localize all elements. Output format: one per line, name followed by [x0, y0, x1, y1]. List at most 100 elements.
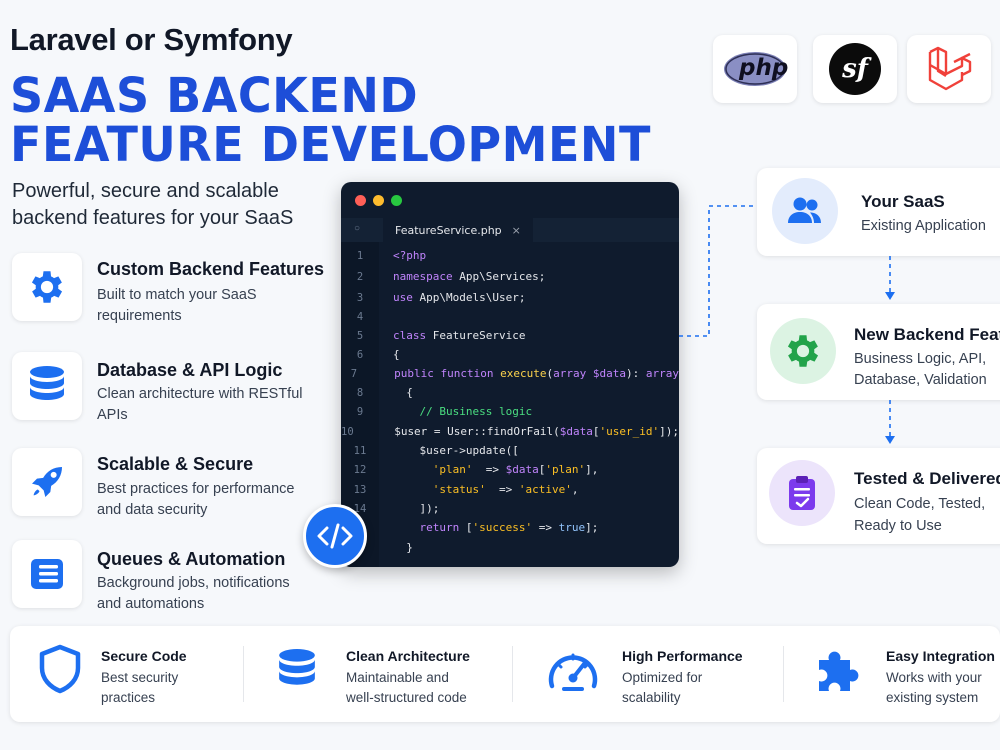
flow-icon-circle-3 — [769, 460, 835, 526]
feature-desc-4: Background jobs, notifications and autom… — [97, 575, 290, 612]
eyebrow-text: Laravel or Symfony — [10, 22, 293, 57]
benefit-title-3: High Performance — [622, 648, 743, 664]
page-title-line-2: FEATURE DEVELOPMENT — [10, 117, 651, 173]
feature-title-1: Custom Backend Features — [97, 259, 325, 279]
editor-tab[interactable]: FeatureService.php × — [383, 218, 533, 242]
feature-icon-card-2 — [12, 352, 82, 420]
circle-icon: ○ — [354, 223, 361, 234]
close-dot[interactable] — [355, 195, 366, 206]
flow-title-2: New Backend Feat — [854, 325, 1000, 344]
code-editor-window: ○ FeatureService.php × 1 <?php 2 namespace… — [341, 182, 679, 567]
divider — [512, 646, 513, 702]
flow-desc-2b: Database, Validation — [854, 372, 987, 388]
php-logo-card: php — [713, 35, 797, 103]
code-line: 1 <?php — [341, 246, 679, 265]
php-logo-text: php — [739, 55, 789, 81]
line-number: 5 — [356, 329, 364, 342]
code-line: 9 // Business logic — [341, 402, 679, 421]
benefit-title-4: Easy Integration — [886, 648, 995, 664]
line-number: 6 — [356, 348, 364, 361]
feature-desc-2: Clean architecture with RESTful APIs — [97, 386, 303, 423]
flow-desc-1: Existing Application — [861, 218, 986, 234]
code-line: 3 use App\Models\User; — [341, 288, 679, 307]
flow-title-3: Tested & Delivered — [854, 469, 1000, 488]
code-line: 6{ — [341, 345, 679, 364]
symfony-logo-card: sf — [813, 35, 897, 103]
flow-icon-circle-1 — [772, 178, 838, 244]
editor-tab-label: FeatureService.php — [395, 223, 502, 237]
line-number: 10 — [341, 425, 354, 438]
editor-tabbar: ○ FeatureService.php × — [341, 218, 679, 242]
page-title-line-1: SAAS BACKEND — [10, 68, 419, 124]
code-line: 14 ]); — [341, 499, 679, 518]
benefit-desc-2b: well-structured code — [346, 690, 467, 705]
code-brackets-icon — [317, 523, 353, 549]
code-line: 4 — [341, 307, 679, 326]
benefit-desc-4a: Works with your — [886, 670, 982, 685]
flow-arrow-2 — [885, 400, 895, 444]
flow-desc-2a: Business Logic, API, — [854, 351, 987, 367]
line-number: 3 — [356, 291, 364, 304]
flow-desc-3b: Ready to Use — [854, 518, 942, 534]
benefit-desc-1b: practices — [101, 690, 156, 705]
code-line: return ['success' => true]; — [419, 521, 599, 535]
tab-close-icon[interactable]: × — [512, 224, 521, 237]
puzzle-icon — [819, 651, 859, 691]
line-number: 4 — [356, 310, 364, 323]
line-number: 7 — [350, 367, 358, 380]
symfony-logo: sf — [829, 43, 881, 95]
flow-title-1: Your SaaS — [861, 192, 945, 211]
laravel-logo — [928, 46, 972, 91]
line-number: 2 — [356, 270, 364, 283]
flow-arrow-1 — [885, 256, 895, 300]
page-subtitle: Powerful, secure and scalable backend fe… — [12, 180, 294, 229]
flow-desc-3a: Clean Code, Tested, — [854, 496, 986, 512]
code-line: 12 'plan' => $data['plan'], — [341, 460, 679, 479]
code-badge — [303, 504, 367, 568]
benefit-desc-1a: Best security — [101, 670, 179, 685]
maximize-dot[interactable] — [391, 195, 402, 206]
line-number: 11 — [353, 444, 367, 457]
code-line: 11 $user->update([ — [341, 441, 679, 460]
feature-title-2: Database & API Logic — [97, 360, 283, 380]
clipboard-check-icon — [789, 476, 815, 510]
line-number: 9 — [356, 405, 364, 418]
line-number: 12 — [353, 463, 367, 476]
divider — [243, 646, 244, 702]
gear-icon — [31, 271, 63, 303]
feature-icon-card-1 — [12, 253, 82, 321]
feature-title-4: Queues & Automation — [97, 549, 286, 569]
symfony-logo-text: sf — [842, 54, 868, 84]
code-line: 7 public function execute(array $data): … — [341, 364, 679, 383]
feature-icon-card-4 — [12, 540, 82, 608]
minimize-dot[interactable] — [373, 195, 384, 206]
benefit-desc-2a: Maintainable and — [346, 670, 449, 685]
users-icon — [788, 197, 821, 223]
code-line: 8 { — [341, 383, 679, 402]
benefit-desc-4b: existing system — [886, 690, 979, 705]
divider — [783, 646, 784, 702]
database-icon — [30, 366, 64, 400]
benefit-title-1: Secure Code — [101, 648, 187, 664]
laravel-logo-card — [907, 35, 991, 103]
feature-title-3: Scalable & Secure — [97, 454, 254, 474]
shield-icon — [39, 644, 81, 694]
rocket-icon — [32, 467, 62, 497]
benefit-desc-3b: scalability — [622, 690, 681, 705]
feature-desc-3: Best practices for performance and data … — [97, 481, 295, 518]
flow-icon-circle-2 — [770, 318, 836, 384]
database-icon — [279, 649, 315, 685]
feature-desc-1: Built to match your SaaS requirements — [97, 287, 257, 324]
code-line: } — [393, 541, 413, 555]
line-number: 13 — [353, 483, 367, 496]
line-number: 1 — [356, 249, 364, 262]
code-line: 10 $user = User::findOrFail($data['user_… — [341, 425, 679, 439]
speedometer-icon — [548, 653, 598, 691]
benefit-title-2: Clean Architecture — [346, 648, 470, 664]
list-icon — [31, 559, 63, 589]
benefit-desc-3a: Optimized for — [622, 670, 703, 685]
code-line: 5 class FeatureService — [341, 326, 679, 345]
gear-icon — [787, 335, 819, 367]
code-line: 13 'status' => 'active', — [341, 480, 679, 499]
feature-icon-card-3 — [12, 448, 82, 516]
